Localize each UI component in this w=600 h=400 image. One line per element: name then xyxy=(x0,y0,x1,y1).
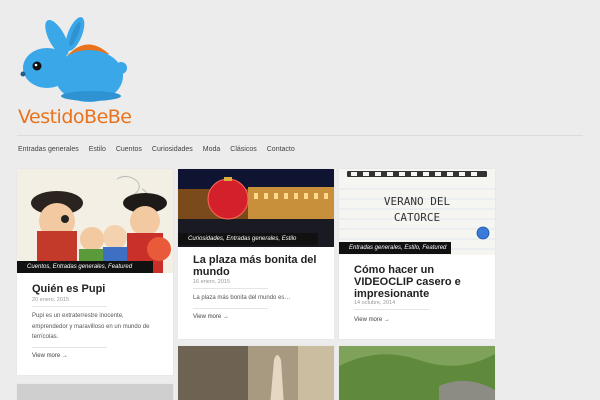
post-categories[interactable]: Cuentos, Entradas generales, Featured xyxy=(17,261,153,273)
post-date: 20 enero, 2015 xyxy=(32,297,70,303)
post-card-la-plaza: Curiosidades, Entradas generales, Estilo… xyxy=(178,169,334,339)
nav-item-cuentos[interactable]: Cuentos xyxy=(116,146,142,153)
date-divider xyxy=(193,288,268,289)
nav-item-moda[interactable]: Moda xyxy=(203,146,221,153)
post-title[interactable]: La plaza más bonita del mundo xyxy=(193,254,324,278)
post-date: 16 enero, 2015 xyxy=(193,279,231,285)
nav-item-contacto[interactable]: Contacto xyxy=(267,146,295,153)
post-card-partial-middle[interactable] xyxy=(178,346,334,400)
image-caption-line2: CATORCE xyxy=(394,211,440,224)
post-card-partial-left[interactable] xyxy=(17,384,173,400)
nav-item-entradas-generales[interactable]: Entradas generales xyxy=(18,146,79,153)
post-card-quien-es-pupi: Cuentos, Entradas generales, Featured Qu… xyxy=(17,169,173,375)
post-thumbnail[interactable] xyxy=(17,384,173,400)
nav-item-curiosidades[interactable]: Curiosidades xyxy=(152,146,193,153)
view-more-link[interactable]: View more → xyxy=(32,353,68,359)
nav-item-clasicos[interactable]: Clásicos xyxy=(230,146,256,153)
excerpt-divider xyxy=(193,308,268,309)
bunny-mascot-icon xyxy=(20,17,127,102)
excerpt-divider xyxy=(32,347,107,348)
main-nav: Entradas generales Estilo Cuentos Curios… xyxy=(18,146,305,153)
view-more-link[interactable]: View more → xyxy=(354,317,390,323)
logo-wordmark: VestidoBeBe xyxy=(18,106,132,128)
header-divider xyxy=(17,135,583,136)
post-thumbnail[interactable] xyxy=(17,169,173,273)
post-excerpt: Pupi es un extraterrestre inocente, empr… xyxy=(32,313,150,340)
image-caption-line1: VERANO DEL xyxy=(384,195,451,208)
post-title[interactable]: Quién es Pupi xyxy=(32,283,163,295)
view-more-link[interactable]: View more → xyxy=(193,314,229,320)
date-divider xyxy=(32,306,107,307)
nav-item-estilo[interactable]: Estilo xyxy=(89,146,106,153)
post-categories[interactable]: Entradas generales, Estilo, Featured xyxy=(339,242,451,254)
post-thumbnail[interactable] xyxy=(178,346,334,400)
post-date: 14 octubre, 2014 xyxy=(354,300,396,306)
post-card-videoclip: VERANO DEL CATORCE Entradas generales, E… xyxy=(339,169,495,339)
post-thumbnail[interactable] xyxy=(339,346,495,400)
date-divider xyxy=(354,309,429,310)
post-card-partial-right[interactable] xyxy=(339,346,495,400)
post-title[interactable]: Cómo hacer un VIDEOCLIP casero e impresi… xyxy=(354,264,485,300)
post-excerpt: La plaza más bonita del mundo es… xyxy=(193,295,291,301)
post-categories[interactable]: Curiosidades, Entradas generales, Estilo xyxy=(178,233,318,245)
site-logo[interactable]: VestidoBeBe xyxy=(17,16,132,128)
